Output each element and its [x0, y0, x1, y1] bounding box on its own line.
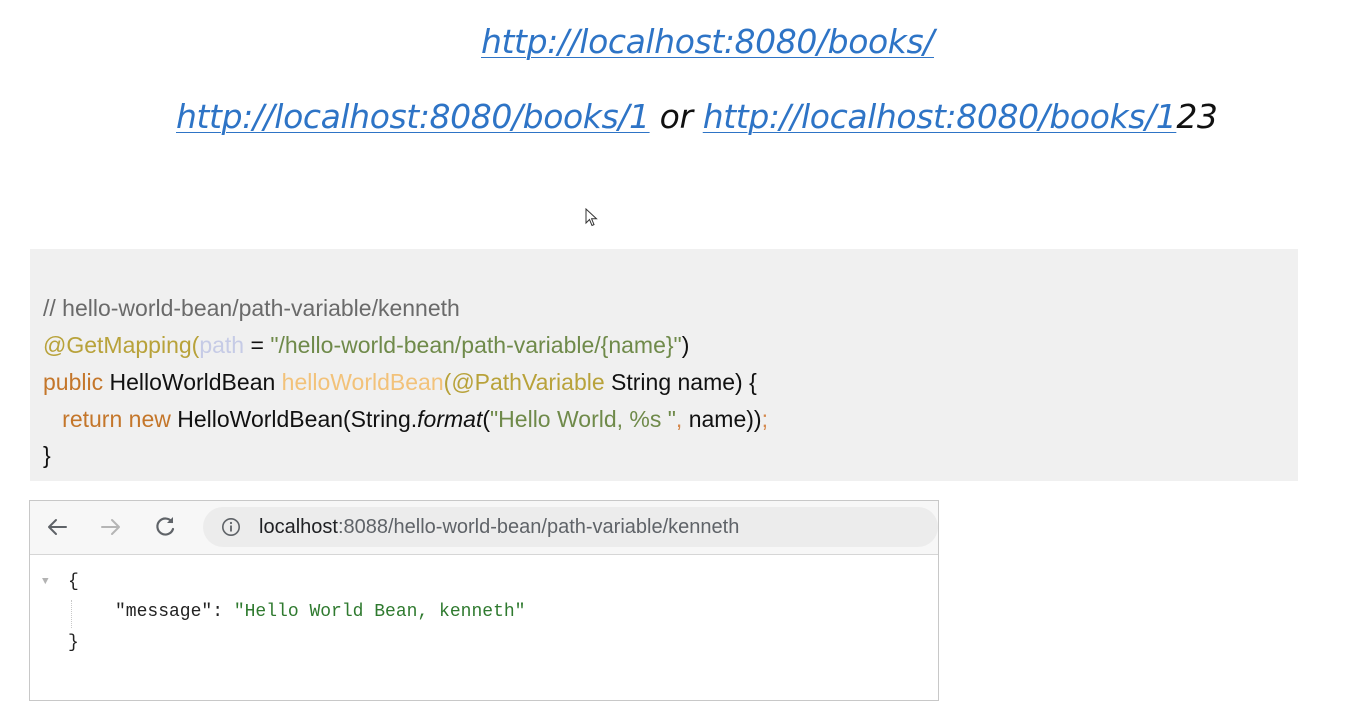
code-line-signature: public HelloWorldBean helloWorldBean(@Pa…	[43, 369, 757, 396]
code-line-return: return new HelloWorldBean(String.format(…	[43, 406, 768, 433]
open-paren: (	[482, 406, 491, 432]
getmapping-annotation: @GetMapping	[43, 332, 192, 358]
code-snippet-panel: // hello-world-bean/path-variable/kennet…	[30, 249, 1298, 481]
json-response-view: ▼ { "message": "Hello World Bean, kennet…	[30, 555, 938, 700]
json-close-brace: }	[68, 633, 79, 653]
json-value: "Hello World Bean, kenneth"	[233, 602, 526, 622]
browser-window: localhost:8088/hello-world-bean/path-var…	[29, 500, 939, 701]
back-arrow-icon[interactable]	[44, 514, 70, 540]
pathvariable-annotation: @PathVariable	[451, 369, 605, 395]
json-indent-guide	[71, 600, 72, 628]
method-args: String name) {	[604, 369, 757, 395]
json-property: "message": "Hello World Bean, kenneth"	[115, 602, 525, 622]
method-name: helloWorldBean	[281, 369, 444, 395]
mouse-cursor-icon	[585, 208, 598, 227]
collapse-triangle-icon[interactable]: ▼	[42, 576, 49, 588]
close-paren: )	[681, 332, 690, 358]
constructor-call: HelloWorldBean(String.	[170, 406, 418, 432]
path-string: "/hello-world-bean/path-variable/{name}"	[270, 332, 682, 358]
url-line-2: http://localhost:8080/books/1 or http://…	[0, 97, 1346, 136]
book-1-link[interactable]: http://localhost:8080/books/1	[176, 97, 650, 136]
format-args: name))	[682, 406, 762, 432]
return-keyword: return	[62, 406, 123, 432]
semicolon: ;	[761, 406, 768, 432]
books-list-link[interactable]: http://localhost:8080/books/	[481, 22, 934, 61]
info-icon[interactable]	[221, 517, 241, 537]
code-line-getmapping: @GetMapping(path = "/hello-world-bean/pa…	[43, 332, 689, 359]
or-connector: or	[649, 97, 703, 136]
book-id-suffix: 23	[1176, 97, 1218, 136]
browser-toolbar: localhost:8088/hello-world-bean/path-var…	[30, 501, 938, 555]
format-string: "Hello World, %s "	[490, 406, 676, 432]
json-key: "message"	[115, 602, 213, 622]
code-comment: // hello-world-bean/path-variable/kennet…	[43, 295, 460, 321]
json-open-brace: {	[68, 572, 79, 592]
new-keyword: new	[128, 406, 171, 432]
path-param: path	[199, 332, 245, 358]
json-colon: :	[212, 602, 234, 622]
equals-sign: =	[244, 332, 271, 358]
return-type: HelloWorldBean	[103, 369, 282, 395]
url-text[interactable]: localhost:8088/hello-world-bean/path-var…	[259, 516, 739, 539]
format-method: format	[417, 406, 483, 432]
code-line-close-brace: }	[43, 442, 51, 468]
forward-arrow-icon[interactable]	[98, 514, 124, 540]
url-path: :8088/hello-world-bean/path-variable/ken…	[337, 516, 740, 538]
reload-icon[interactable]	[152, 514, 178, 540]
url-line-1: http://localhost:8080/books/	[0, 22, 1346, 61]
public-keyword: public	[43, 369, 104, 395]
book-123-link[interactable]: http://localhost:8080/books/1	[703, 97, 1177, 136]
url-host: localhost	[259, 516, 338, 538]
address-bar[interactable]: localhost:8088/hello-world-bean/path-var…	[203, 507, 938, 547]
